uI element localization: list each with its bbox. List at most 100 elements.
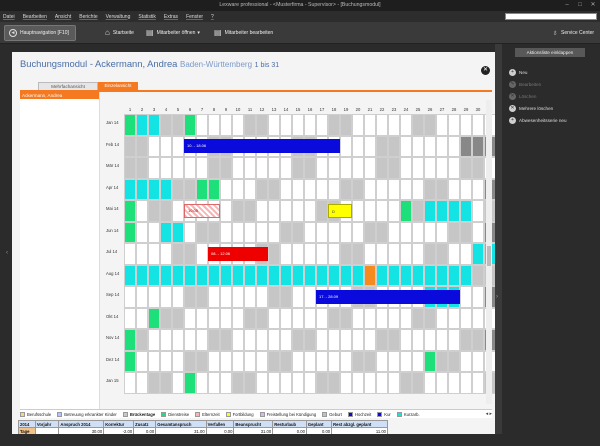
day-cell[interactable] — [124, 135, 136, 157]
day-cell[interactable] — [400, 157, 412, 179]
day-cell[interactable] — [460, 114, 472, 136]
day-cell[interactable] — [304, 221, 316, 243]
collapse-action-list-button[interactable]: Aktionsliste einklappen — [515, 48, 585, 57]
day-cell[interactable] — [196, 243, 208, 265]
day-cell[interactable] — [268, 307, 280, 329]
menu-item[interactable]: Fenster — [186, 14, 203, 20]
day-cell[interactable] — [424, 264, 436, 286]
day-cell[interactable] — [268, 178, 280, 200]
day-cell[interactable] — [184, 114, 196, 136]
legend-item[interactable]: Brückentage — [122, 411, 155, 417]
day-cell[interactable] — [196, 286, 208, 308]
day-cell[interactable] — [448, 307, 460, 329]
day-cell[interactable] — [124, 178, 136, 200]
day-cell[interactable] — [352, 307, 364, 329]
day-cell[interactable] — [448, 200, 460, 222]
day-cell[interactable] — [232, 200, 244, 222]
day-cell[interactable] — [436, 307, 448, 329]
day-cell[interactable] — [136, 372, 148, 394]
day-cell[interactable] — [160, 372, 172, 394]
day-cell[interactable] — [292, 329, 304, 351]
day-cell[interactable] — [364, 157, 376, 179]
main-navigation-button[interactable]: ◄ Hauptnavigation [F10] — [4, 25, 76, 41]
day-cell[interactable] — [364, 372, 376, 394]
day-cell[interactable] — [460, 286, 472, 308]
day-cell[interactable] — [208, 114, 220, 136]
action-item[interactable]: ✕ Mehrere löschen — [509, 105, 553, 112]
day-cell[interactable] — [124, 221, 136, 243]
day-cell[interactable] — [268, 350, 280, 372]
day-cell[interactable] — [160, 350, 172, 372]
day-cell[interactable] — [328, 350, 340, 372]
day-cell[interactable] — [364, 307, 376, 329]
day-cell[interactable] — [388, 114, 400, 136]
day-cell[interactable] — [268, 329, 280, 351]
day-cell[interactable] — [280, 372, 292, 394]
day-cell[interactable] — [244, 286, 256, 308]
day-cell[interactable] — [232, 329, 244, 351]
day-cell[interactable] — [256, 157, 268, 179]
day-cell[interactable] — [220, 307, 232, 329]
day-cell[interactable] — [400, 350, 412, 372]
day-cell[interactable] — [424, 350, 436, 372]
day-cell[interactable] — [136, 243, 148, 265]
day-cell[interactable] — [148, 200, 160, 222]
day-cell[interactable] — [244, 350, 256, 372]
day-cell[interactable] — [460, 372, 472, 394]
day-cell[interactable] — [172, 135, 184, 157]
day-cell[interactable] — [268, 372, 280, 394]
day-cell[interactable] — [472, 135, 484, 157]
day-cell[interactable] — [328, 243, 340, 265]
day-cell[interactable] — [352, 114, 364, 136]
day-cell[interactable] — [244, 329, 256, 351]
legend-item[interactable]: Freistellung bei Kündigung — [259, 411, 316, 417]
day-cell[interactable] — [436, 178, 448, 200]
day-cell[interactable] — [376, 221, 388, 243]
day-cell[interactable] — [292, 286, 304, 308]
day-cell[interactable] — [412, 157, 424, 179]
day-cell[interactable] — [220, 286, 232, 308]
day-cell[interactable] — [172, 221, 184, 243]
day-cell[interactable] — [220, 157, 232, 179]
day-cell[interactable] — [400, 264, 412, 286]
day-cell[interactable] — [460, 157, 472, 179]
day-cell[interactable] — [208, 178, 220, 200]
day-cell[interactable] — [292, 178, 304, 200]
scrollbar-thumb[interactable] — [487, 246, 491, 266]
absence-bar[interactable]: 10. - 18.06 — [184, 139, 340, 153]
day-cell[interactable] — [172, 329, 184, 351]
day-cell[interactable] — [136, 221, 148, 243]
day-cell[interactable] — [352, 350, 364, 372]
day-cell[interactable] — [172, 264, 184, 286]
day-cell[interactable] — [400, 178, 412, 200]
day-cell[interactable] — [220, 200, 232, 222]
day-cell[interactable] — [160, 286, 172, 308]
day-cell[interactable] — [352, 372, 364, 394]
home-button[interactable]: ⌂ Startseite — [105, 28, 134, 37]
day-cell[interactable] — [184, 157, 196, 179]
day-cell[interactable] — [124, 264, 136, 286]
day-cell[interactable] — [292, 307, 304, 329]
day-cell[interactable] — [472, 307, 484, 329]
day-cell[interactable] — [280, 243, 292, 265]
day-cell[interactable] — [148, 264, 160, 286]
day-cell[interactable] — [364, 243, 376, 265]
day-cell[interactable] — [340, 350, 352, 372]
day-cell[interactable] — [232, 264, 244, 286]
day-cell[interactable] — [196, 157, 208, 179]
day-cell[interactable] — [316, 307, 328, 329]
day-cell[interactable] — [448, 329, 460, 351]
menu-item[interactable]: Berichte — [79, 14, 97, 20]
day-cell[interactable] — [472, 178, 484, 200]
day-cell[interactable] — [376, 135, 388, 157]
day-cell[interactable] — [340, 135, 352, 157]
day-cell[interactable] — [232, 286, 244, 308]
day-cell[interactable] — [292, 157, 304, 179]
menu-item[interactable]: Verwaltung — [106, 14, 131, 20]
day-cell[interactable] — [400, 307, 412, 329]
day-cell[interactable] — [124, 114, 136, 136]
day-cell[interactable] — [364, 200, 376, 222]
day-cell[interactable] — [292, 221, 304, 243]
day-cell[interactable] — [292, 243, 304, 265]
day-cell[interactable] — [292, 372, 304, 394]
